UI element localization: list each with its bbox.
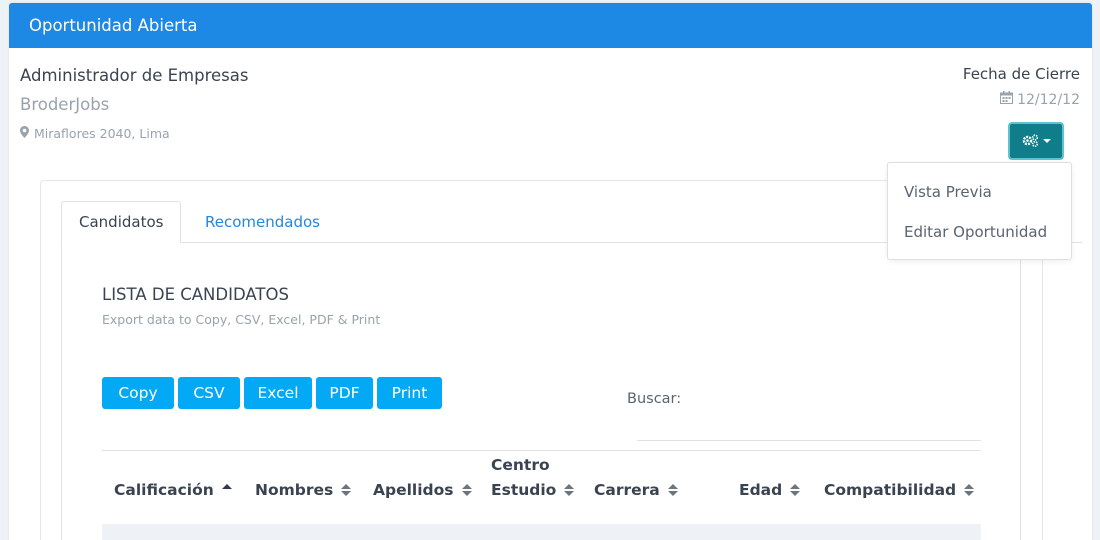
sort-icon xyxy=(461,484,472,496)
tab-content-border-right xyxy=(1020,243,1021,540)
caret-down-icon xyxy=(1042,139,1051,143)
tab-content-border-left xyxy=(61,243,62,540)
sort-icon xyxy=(667,484,678,496)
close-date-label: Fecha de Cierre xyxy=(962,65,1080,83)
excel-button[interactable]: Excel xyxy=(244,377,312,409)
column-carrera-label: Carrera xyxy=(594,481,660,499)
csv-button[interactable]: CSV xyxy=(178,377,240,409)
tab-recomendados-label: Recomendados xyxy=(205,213,320,231)
calendar-icon xyxy=(1000,91,1017,108)
column-header-calificacion[interactable]: Calificación xyxy=(114,478,232,503)
actions-dropdown-menu: Vista Previa Editar Oportunidad xyxy=(887,162,1072,260)
print-button[interactable]: Print xyxy=(377,377,442,409)
column-header-carrera[interactable]: Carrera xyxy=(594,478,678,503)
list-subtitle: Export data to Copy, CSV, Excel, PDF & P… xyxy=(102,312,381,327)
export-buttons: Copy CSV Excel PDF Print xyxy=(102,377,446,409)
company-name: BroderJobs xyxy=(20,95,110,114)
sort-icon xyxy=(790,484,801,496)
column-header-compatibilidad[interactable]: Compatibilidad xyxy=(824,478,975,503)
tab-candidatos-label: Candidatos xyxy=(79,213,164,231)
column-nombres-label: Nombres xyxy=(255,481,334,499)
copy-button[interactable]: Copy xyxy=(102,377,174,409)
list-title: LISTA DE CANDIDATOS xyxy=(102,285,289,304)
job-location: Miraflores 2040, Lima xyxy=(20,126,170,141)
menu-item-vista-previa[interactable]: Vista Previa xyxy=(904,183,992,201)
column-header-edad[interactable]: Edad xyxy=(739,478,801,503)
card-header-title: Oportunidad Abierta xyxy=(29,16,198,35)
column-compatibilidad-label: Compatibilidad xyxy=(824,481,957,499)
column-header-apellidos[interactable]: Apellidos xyxy=(373,478,472,503)
close-date-value: 12/12/12 xyxy=(1017,91,1080,108)
column-centro-estudio-line2: Estudio xyxy=(491,481,557,499)
pdf-button[interactable]: PDF xyxy=(316,377,373,409)
sort-asc-icon xyxy=(221,484,232,496)
menu-item-editar-oportunidad[interactable]: Editar Oportunidad xyxy=(904,223,1047,241)
search-label: Buscar: xyxy=(627,391,682,407)
column-calificacion-label: Calificación xyxy=(114,481,214,499)
search-input[interactable] xyxy=(637,415,981,441)
column-header-centro-estudio[interactable]: Centro Estudio xyxy=(491,453,575,503)
map-marker-icon xyxy=(20,126,34,141)
column-edad-label: Edad xyxy=(739,481,783,499)
gears-icon xyxy=(1022,132,1039,151)
close-date: 12/12/12 xyxy=(1000,91,1080,108)
actions-dropdown-button[interactable] xyxy=(1008,122,1064,160)
card-header: Oportunidad Abierta xyxy=(9,3,1092,48)
sort-icon xyxy=(964,484,975,496)
tab-recomendados[interactable]: Recomendados xyxy=(188,201,337,243)
table-top-border xyxy=(102,450,981,451)
table-row xyxy=(102,524,981,540)
sort-icon xyxy=(564,484,575,496)
job-title: Administrador de Empresas xyxy=(20,66,249,85)
column-centro-estudio-line1: Centro xyxy=(491,456,550,474)
location-text: Miraflores 2040, Lima xyxy=(34,126,170,141)
tab-candidatos[interactable]: Candidatos xyxy=(61,201,182,243)
column-header-nombres[interactable]: Nombres xyxy=(255,478,352,503)
column-apellidos-label: Apellidos xyxy=(373,481,454,499)
sort-icon xyxy=(341,484,352,496)
